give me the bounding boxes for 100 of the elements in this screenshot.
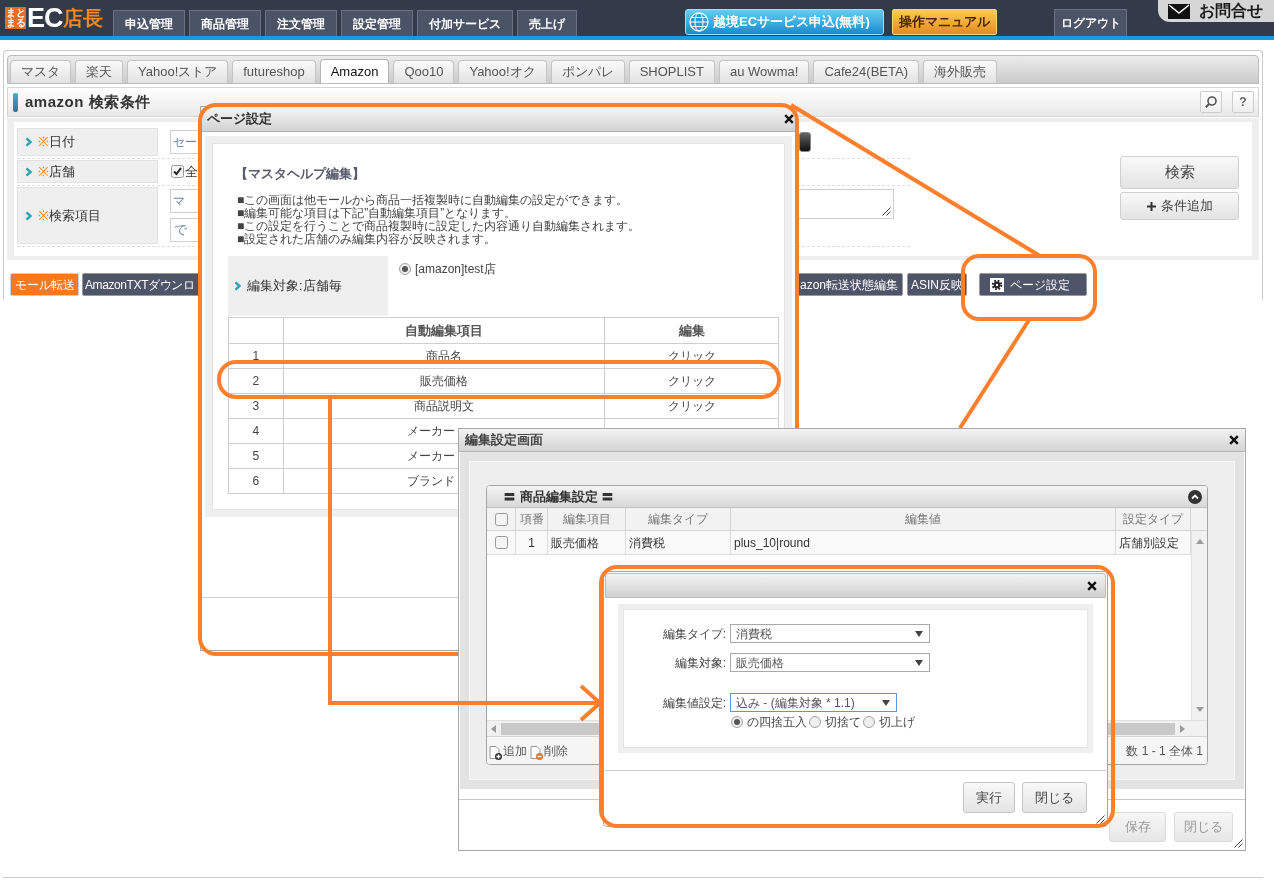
table-cell: plus_10|round: [731, 531, 1116, 554]
field-label: 店舗: [49, 162, 75, 181]
chevron-icon: [25, 210, 32, 221]
table-cell: 販売価格: [548, 531, 626, 554]
help-text: ■設定された店舗のみ編集内容が反映されます。: [237, 233, 497, 246]
column-header: 編集: [604, 317, 779, 344]
select-field[interactable]: 込み - (編集対象 * 1.1): [730, 693, 897, 712]
resize-grip-icon[interactable]: [1096, 815, 1105, 824]
contact-button[interactable]: お問合せ: [1158, 0, 1274, 22]
menu-tab[interactable]: 売上げ: [516, 10, 577, 36]
field-label: 編集タイプ:: [661, 625, 726, 643]
table-cell: 2: [228, 368, 284, 394]
text-field[interactable]: マ: [170, 189, 200, 213]
field-label: 検索項目: [49, 206, 101, 225]
chevron-icon: [25, 137, 32, 147]
page-settings-button[interactable]: ページ設定: [979, 273, 1088, 296]
help-text: ■この設定を行うことで商品複製時に設定した内容通り自動編集されます。: [237, 220, 642, 233]
select-field[interactable]: で: [170, 218, 200, 242]
table-cell: 3: [228, 393, 284, 419]
mall-tab[interactable]: 海外販売: [922, 60, 997, 83]
field-label: 編集値設定:: [661, 694, 726, 712]
logo-text: まる: [5, 18, 26, 28]
paging-text: 数 1 - 1 全体 1: [1126, 742, 1203, 760]
mail-icon: [1168, 3, 1190, 19]
column-header: 編集項目: [548, 508, 626, 530]
column-header: 編集値: [731, 508, 1116, 530]
radio-button[interactable]: [863, 716, 875, 728]
radio-label: 切上げ: [879, 714, 915, 731]
menu-tab[interactable]: 注文管理: [264, 10, 337, 36]
plus-icon: [1146, 201, 1156, 211]
table-cell: 消費税: [626, 531, 731, 554]
column-header: 編集タイプ: [626, 508, 731, 530]
radio-button[interactable]: [809, 716, 821, 728]
chevron-icon: [25, 166, 32, 177]
delete-button[interactable]: 削除: [530, 741, 568, 760]
table-cell: メーカー: [406, 424, 455, 438]
collapse-icon[interactable]: [1188, 489, 1202, 504]
mall-tab[interactable]: 楽天: [75, 60, 123, 83]
action-button[interactable]: ASIN反映: [907, 273, 968, 296]
chevron-icon: [234, 281, 241, 291]
search-icon: [1205, 96, 1217, 108]
mall-tab[interactable]: futureshop: [232, 60, 316, 83]
text-field[interactable]: セー: [170, 130, 200, 154]
manual-button[interactable]: 操作マニュアル: [892, 9, 997, 35]
close-icon[interactable]: [784, 114, 794, 124]
panel-title: amazon 検索条件: [25, 91, 151, 112]
close-button[interactable]: 閉じる: [1022, 782, 1087, 813]
section-heading: 【マスタヘルプ編集】: [234, 166, 366, 182]
search-button[interactable]: 検索: [1120, 156, 1239, 189]
select-field[interactable]: 販売価格: [730, 653, 930, 672]
table-cell: メーカー: [406, 449, 455, 463]
close-icon[interactable]: [1229, 435, 1239, 445]
checkbox[interactable]: [171, 165, 184, 178]
resize-grip-icon[interactable]: [882, 207, 891, 216]
required-mark: ※: [38, 133, 49, 152]
close-icon[interactable]: [1087, 580, 1097, 591]
radio-label: の四捨五入: [747, 714, 807, 731]
option-label: [amazon]test店: [415, 261, 496, 278]
mall-tab[interactable]: Yahoo!オク: [458, 60, 547, 83]
mall-tab[interactable]: SHOPLIST: [628, 60, 715, 83]
mall-tab[interactable]: Qoo10: [393, 60, 455, 83]
table-cell: 商品説明文: [283, 393, 605, 419]
mall-tab[interactable]: Amazon: [319, 59, 390, 83]
logout-button[interactable]: ログアウト: [1054, 9, 1127, 36]
mall-tab[interactable]: マスタ: [10, 60, 71, 83]
checkbox[interactable]: [494, 512, 508, 526]
menu-tab[interactable]: 設定管理: [340, 10, 413, 36]
help-text: ■この画面は他モールから商品一括複製時に自動編集の設定ができます。: [237, 194, 630, 207]
radio-button[interactable]: [399, 263, 411, 275]
picker-button[interactable]: [799, 132, 811, 152]
logo-text: EC: [27, 4, 63, 32]
radio-button[interactable]: [731, 716, 743, 728]
column-header: 自動編集項目: [283, 317, 605, 344]
mall-tab[interactable]: au Wowma!: [719, 60, 810, 83]
mall-tab[interactable]: Cafe24(BETA): [813, 60, 919, 83]
run-button[interactable]: 実行: [963, 782, 1015, 813]
caret-icon: [915, 630, 923, 637]
menu-tab[interactable]: 申込管理: [112, 10, 185, 36]
column-header: 項番: [516, 508, 548, 530]
table-cell: 4: [228, 418, 284, 444]
search-button[interactable]: [1200, 91, 1222, 113]
dialog-title: ページ設定: [207, 110, 272, 129]
table-cell: 1: [516, 531, 548, 554]
select-field[interactable]: 消費税: [730, 624, 930, 643]
logo-text: 店長: [62, 6, 103, 30]
mall-tab[interactable]: ポンパレ: [550, 60, 625, 83]
required-mark: ※: [38, 162, 49, 181]
resize-grip-icon[interactable]: [1234, 839, 1243, 848]
add-button[interactable]: 追加: [489, 741, 527, 760]
gear-icon: [990, 277, 1005, 292]
field-label: 編集対象:: [673, 654, 726, 672]
mall-tab[interactable]: Yahoo!ストア: [127, 60, 229, 83]
dialog-title: 編集設定画面: [465, 431, 543, 450]
add-condition-button[interactable]: 条件追加: [1120, 192, 1239, 220]
checkbox[interactable]: [494, 536, 508, 549]
help-button[interactable]: ?: [1232, 91, 1254, 113]
menu-tab[interactable]: 商品管理: [188, 10, 261, 36]
menu-tab[interactable]: 付加サービス: [416, 10, 513, 36]
field-label: 編集対象:店舗毎: [247, 277, 342, 296]
table-cell: ブランド: [406, 474, 455, 488]
